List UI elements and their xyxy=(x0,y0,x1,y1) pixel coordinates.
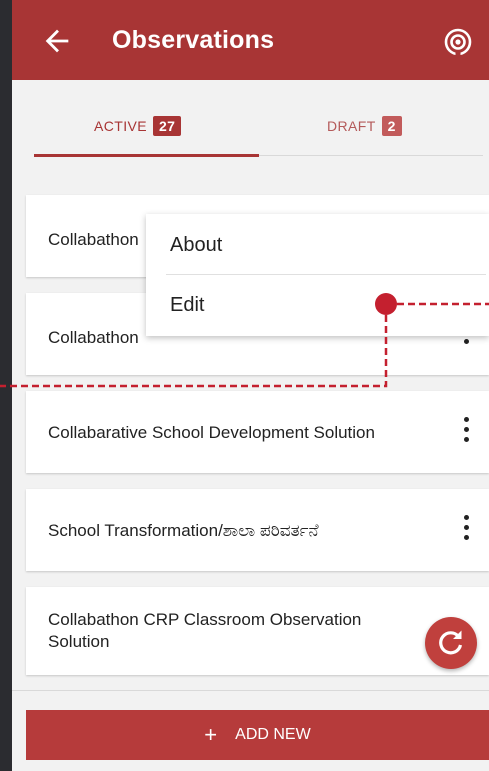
annotation-dot xyxy=(375,293,397,315)
annotation-overlay xyxy=(0,293,489,388)
annotation-connector-left xyxy=(0,304,388,388)
